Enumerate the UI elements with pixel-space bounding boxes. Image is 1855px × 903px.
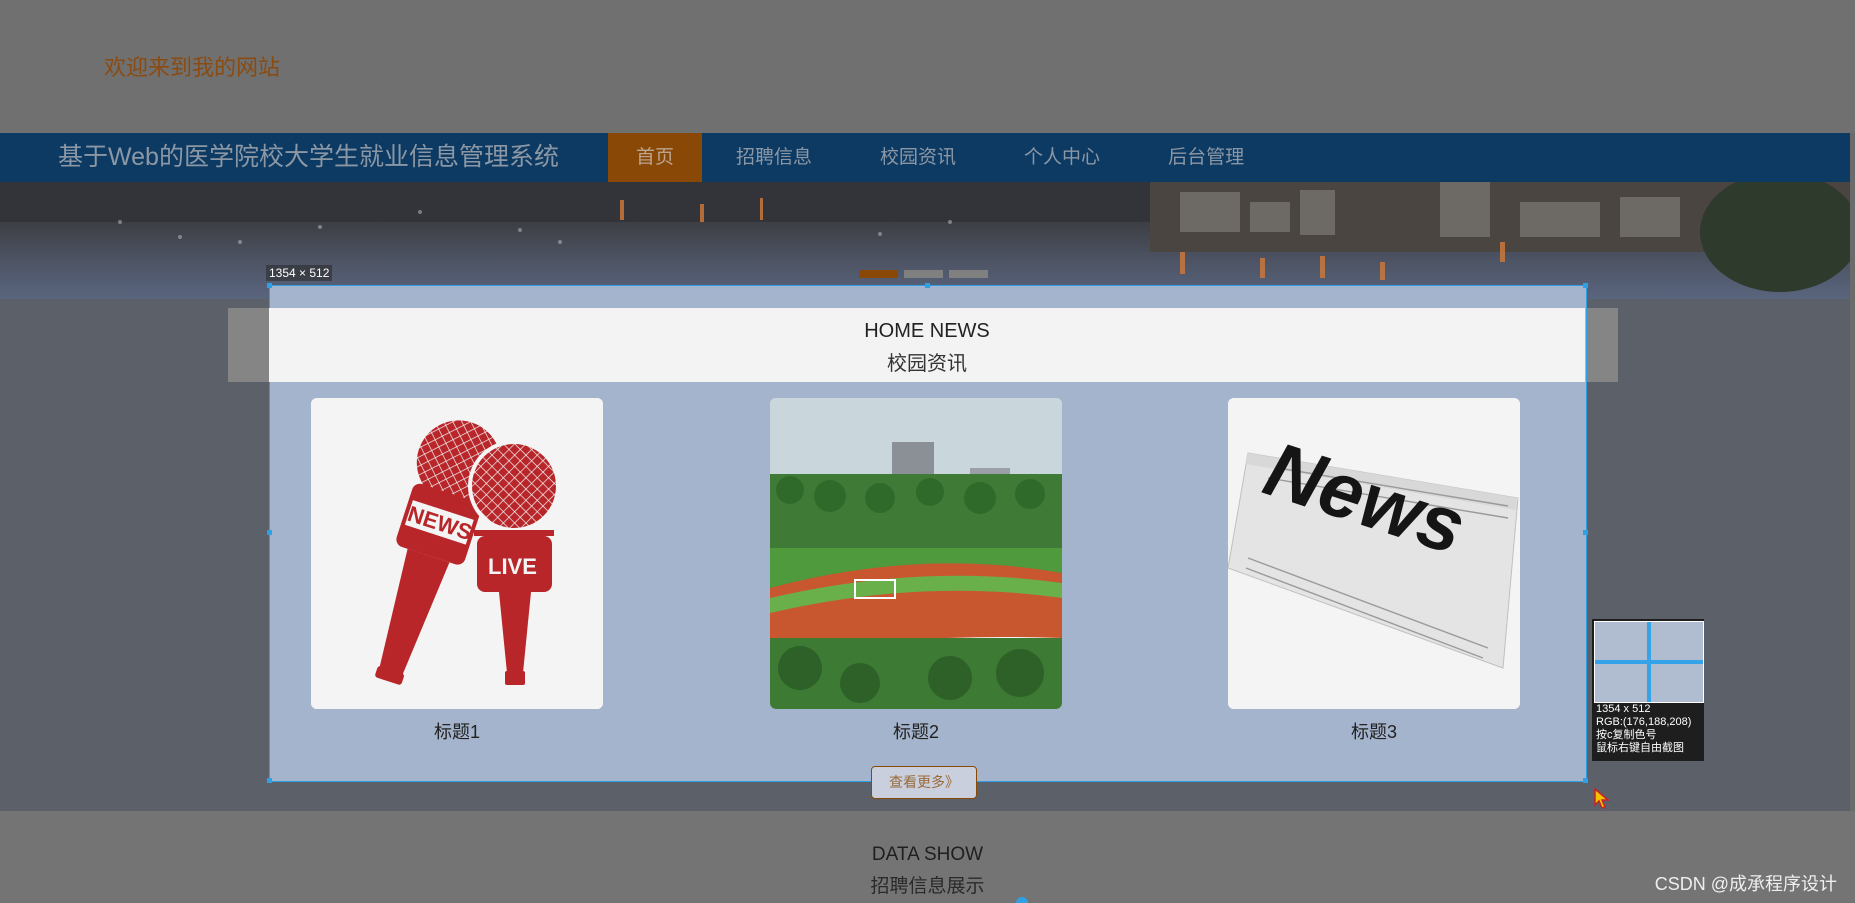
news-card-1[interactable]: NEWS LIVE xyxy=(311,398,603,709)
news-card-3[interactable]: News xyxy=(1228,398,1520,709)
selection-handle-ml[interactable] xyxy=(267,530,272,535)
screenshot-magnifier: 1354 x 512 RGB:(176,188,208) 按c复制色号 鼠标右键… xyxy=(1592,619,1704,761)
selection-handle-br[interactable] xyxy=(1583,778,1588,783)
news-title-cn: 校园资讯 xyxy=(887,353,967,375)
carousel-dot-2[interactable] xyxy=(904,270,943,278)
selection-handle-bl[interactable] xyxy=(267,778,272,783)
magnifier-info: 1354 x 512 RGB:(176,188,208) 按c复制色号 鼠标右键… xyxy=(1596,703,1691,755)
magnifier-size: 1354 x 512 xyxy=(1596,703,1651,715)
news-card-2-title[interactable]: 标题2 xyxy=(770,718,1062,744)
news-card-2[interactable] xyxy=(770,398,1062,709)
nav-item-campus-news[interactable]: 校园资讯 xyxy=(846,133,990,182)
carousel-dot-1[interactable] xyxy=(859,270,898,278)
nav-item-home[interactable]: 首页 xyxy=(608,133,703,182)
news-title-en: HOME NEWS xyxy=(864,320,990,342)
newspaper-image: News xyxy=(1228,398,1520,709)
carousel-dot-3[interactable] xyxy=(949,270,988,278)
nav-item-jobs[interactable]: 招聘信息 xyxy=(702,133,846,182)
data-show-title-cn: 招聘信息展示 xyxy=(870,876,985,897)
nav-item-admin[interactable]: 后台管理 xyxy=(1134,133,1278,182)
main-nav: 基于Web的医学院校大学生就业信息管理系统 首页 招聘信息 校园资讯 个人中心 … xyxy=(0,133,1850,182)
magnifier-hint-copy: 按c复制色号 xyxy=(1596,729,1657,741)
mouse-cursor-icon xyxy=(1594,788,1611,809)
magnifier-crosshair-v xyxy=(1647,622,1651,702)
mic-label-live: LIVE xyxy=(488,554,537,579)
banner-image xyxy=(0,182,1850,299)
nav-menu: 首页 招聘信息 校园资讯 个人中心 后台管理 xyxy=(608,133,1278,182)
csdn-watermark: CSDN @成承程序设计 xyxy=(1654,874,1837,894)
selection-handle-tr[interactable] xyxy=(1583,283,1588,288)
selection-size-label: 1354 × 512 xyxy=(266,265,333,281)
magnifier-preview xyxy=(1594,621,1704,703)
campus-track-image xyxy=(770,398,1062,709)
scroll-indicator[interactable] xyxy=(1016,897,1028,903)
news-microphones-image: NEWS LIVE xyxy=(311,398,603,709)
top-bar: 欢迎来到我的网站 xyxy=(0,0,1855,133)
site-title: 基于Web的医学院校大学生就业信息管理系统 xyxy=(58,143,559,171)
selection-handle-mr[interactable] xyxy=(1583,530,1588,535)
news-card-1-title[interactable]: 标题1 xyxy=(311,718,603,744)
view-more-button[interactable]: 查看更多》 xyxy=(871,766,977,799)
nav-item-personal-center[interactable]: 个人中心 xyxy=(990,133,1134,182)
magnifier-hint-right: 鼠标右键自由截图 xyxy=(1596,742,1684,754)
data-show-section: DATA SHOW 招聘信息展示 xyxy=(0,811,1855,903)
data-show-title-en: DATA SHOW xyxy=(871,844,984,865)
selection-handle-tl[interactable] xyxy=(267,283,272,288)
news-card-3-title[interactable]: 标题3 xyxy=(1228,718,1520,744)
welcome-text: 欢迎来到我的网站 xyxy=(104,55,281,80)
news-section-header: HOME NEWS 校园资讯 xyxy=(269,308,1585,382)
selection-handle-tm[interactable] xyxy=(925,283,930,288)
magnifier-rgb: RGB:(176,188,208) xyxy=(1596,716,1692,728)
